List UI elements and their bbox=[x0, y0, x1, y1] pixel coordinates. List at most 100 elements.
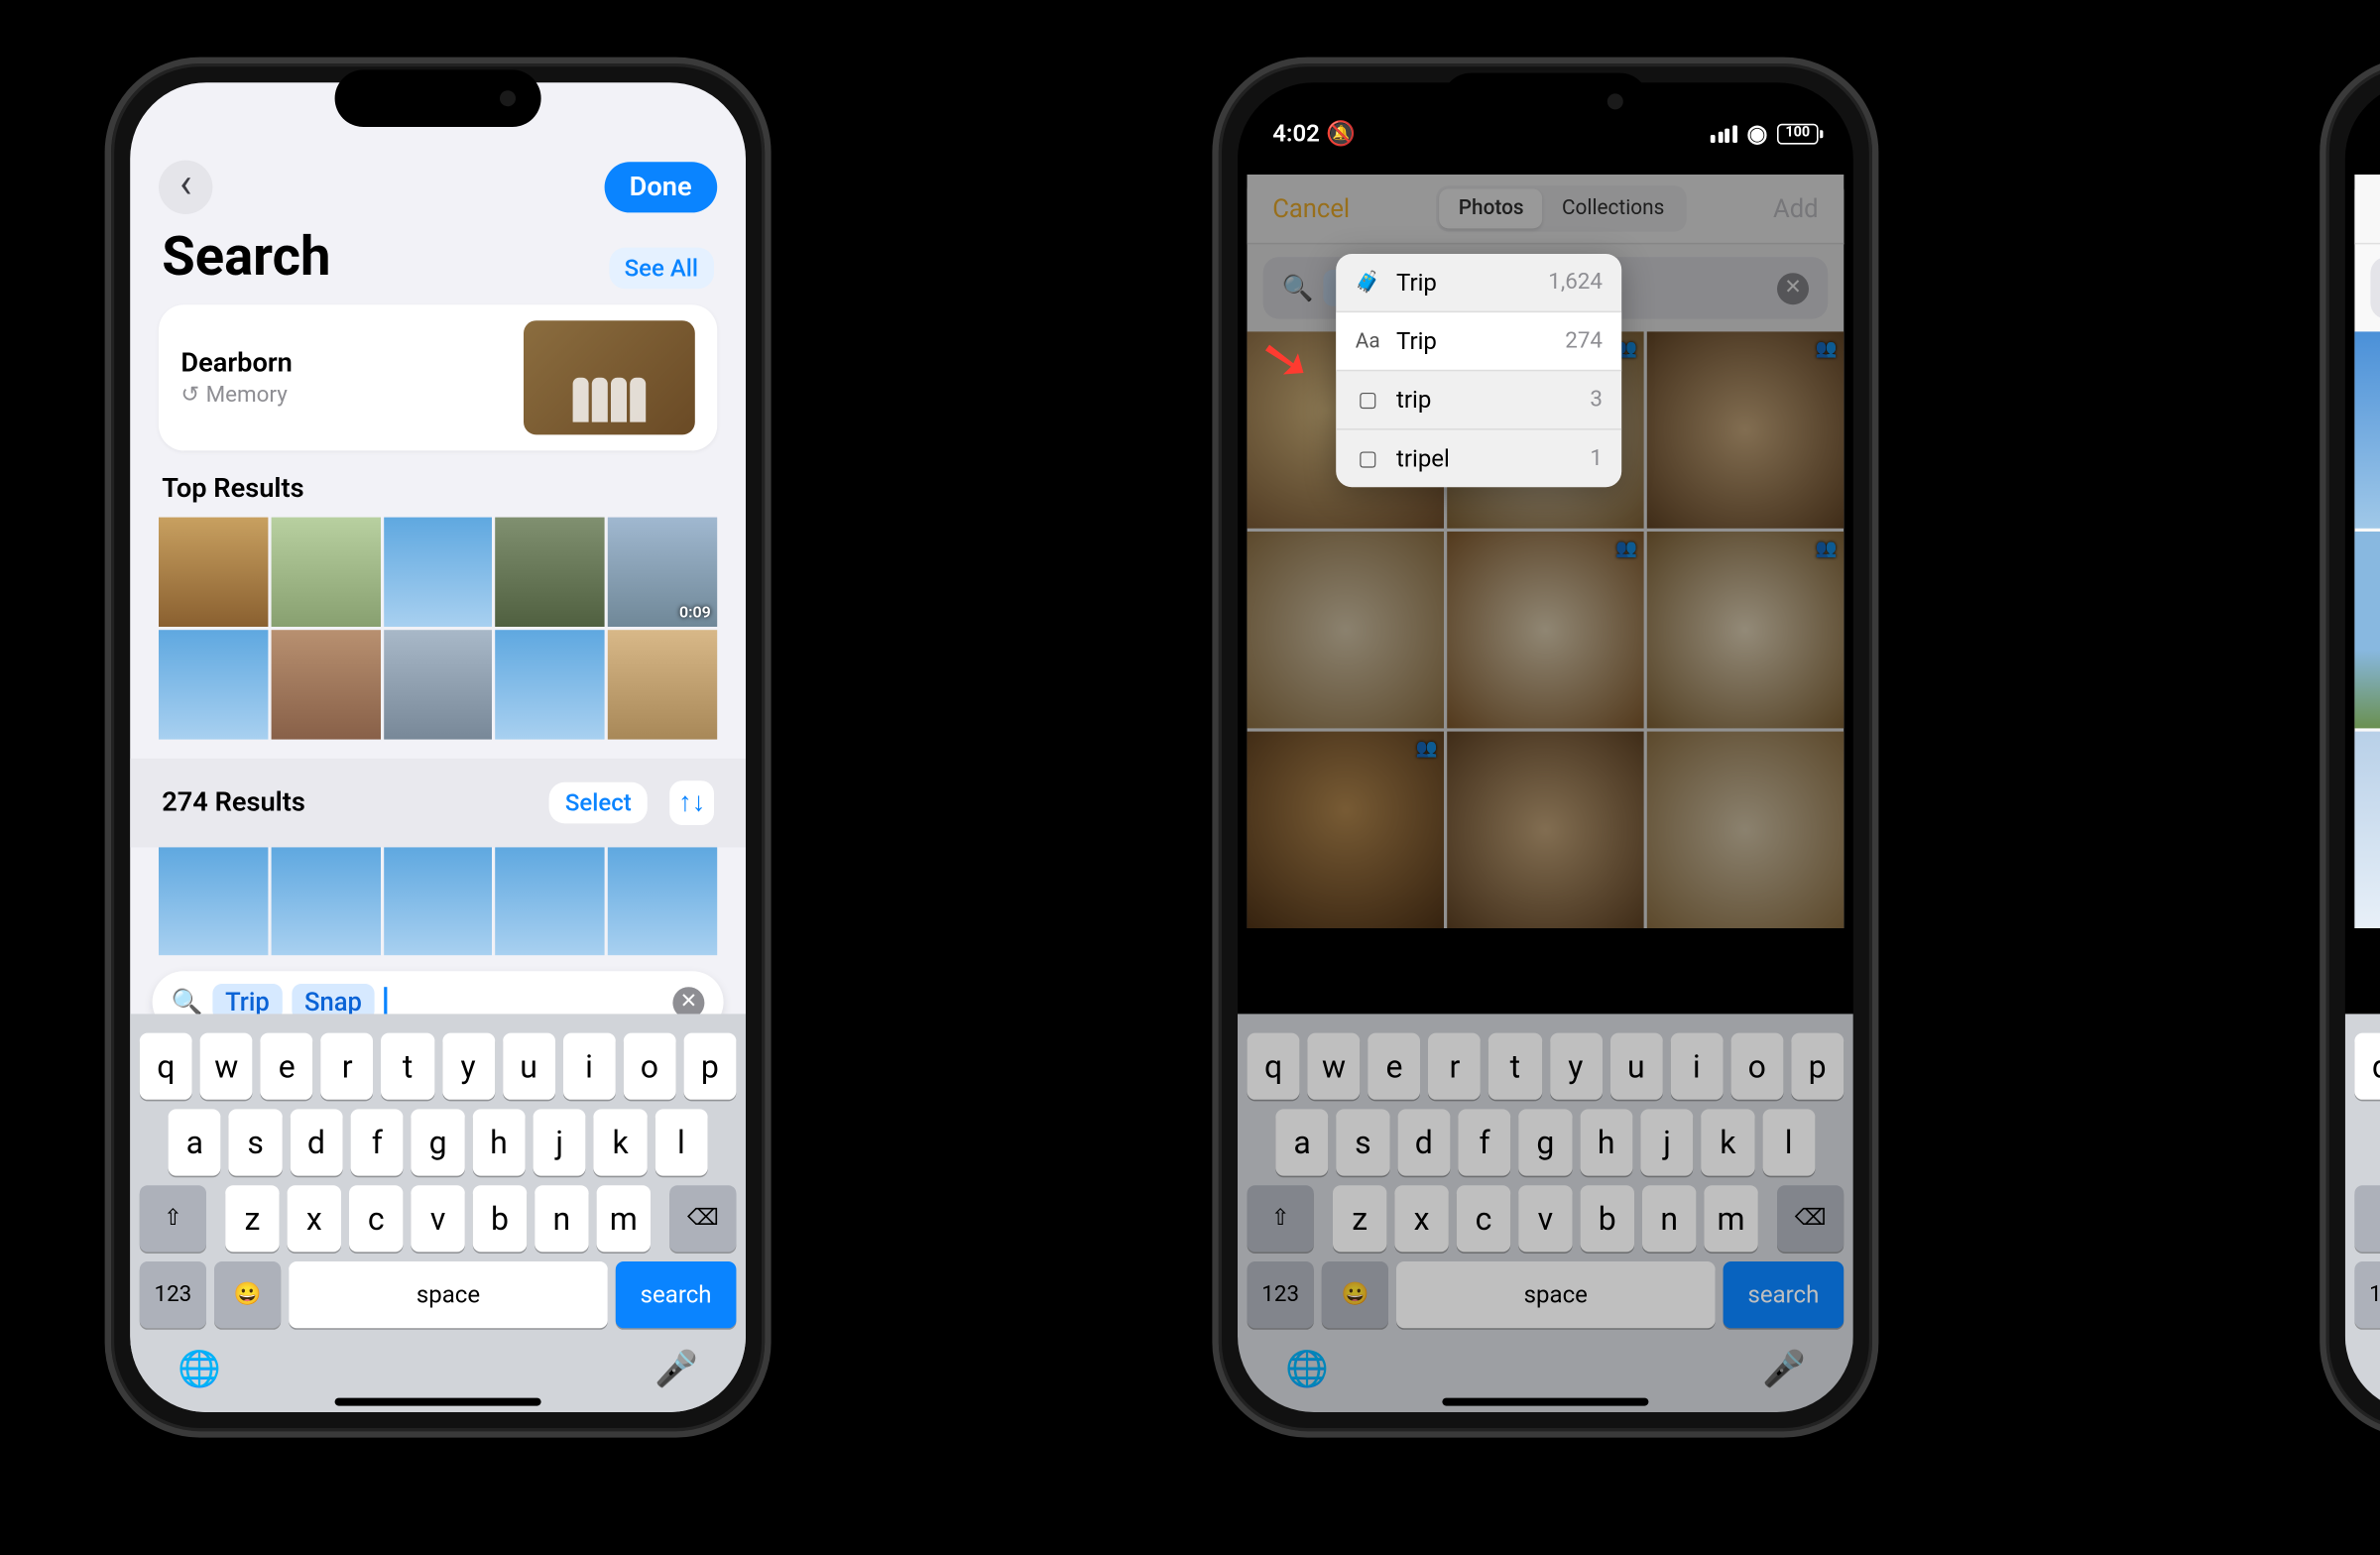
sort-button[interactable]: ↑↓ bbox=[669, 780, 714, 825]
key-q[interactable]: q bbox=[2354, 1033, 2380, 1100]
backspace-key[interactable]: ⌫ bbox=[669, 1185, 736, 1252]
key-v[interactable]: v bbox=[411, 1185, 464, 1252]
key-j[interactable]: j bbox=[534, 1109, 586, 1175]
photo-thumbnail[interactable] bbox=[271, 518, 380, 627]
key-l[interactable]: l bbox=[654, 1109, 707, 1175]
clear-button[interactable]: ✕ bbox=[1777, 272, 1809, 303]
key-u[interactable]: u bbox=[503, 1033, 555, 1100]
key-h[interactable]: h bbox=[472, 1109, 525, 1175]
suggestion-row[interactable]: ▢trip3 bbox=[1336, 371, 1621, 429]
back-button[interactable] bbox=[159, 161, 212, 214]
photo-thumbnail[interactable] bbox=[2354, 732, 2380, 928]
key-a[interactable]: a bbox=[169, 1109, 221, 1175]
key-n[interactable]: n bbox=[535, 1185, 588, 1252]
key-n[interactable]: n bbox=[1642, 1185, 1696, 1252]
key-k[interactable]: k bbox=[1702, 1109, 1754, 1175]
shift-key[interactable]: ⇧ bbox=[1248, 1185, 1314, 1252]
key-i[interactable]: i bbox=[1670, 1033, 1723, 1100]
key-m[interactable]: m bbox=[1704, 1185, 1757, 1252]
cancel-button[interactable]: Cancel bbox=[1272, 193, 1350, 223]
photo-thumbnail[interactable]: 👥 bbox=[1447, 532, 1643, 728]
numbers-key[interactable]: 123 bbox=[2354, 1261, 2380, 1328]
key-s[interactable]: s bbox=[229, 1109, 282, 1175]
photo-thumbnail[interactable] bbox=[608, 630, 717, 739]
emoji-key[interactable]: 😀 bbox=[214, 1261, 281, 1328]
mic-icon[interactable]: 🎤 bbox=[1762, 1351, 1806, 1390]
key-k[interactable]: k bbox=[594, 1109, 647, 1175]
photo-thumbnail[interactable] bbox=[1447, 732, 1643, 928]
key-u[interactable]: u bbox=[1609, 1033, 1662, 1100]
numbers-key[interactable]: 123 bbox=[140, 1261, 206, 1328]
key-x[interactable]: x bbox=[1394, 1185, 1448, 1252]
key-w[interactable]: w bbox=[200, 1033, 253, 1100]
photo-thumbnail[interactable] bbox=[2354, 331, 2380, 528]
key-r[interactable]: r bbox=[1429, 1033, 1482, 1100]
shift-key[interactable]: ⇧ bbox=[140, 1185, 206, 1252]
key-z[interactable]: z bbox=[1333, 1185, 1386, 1252]
suggestion-row[interactable]: AaTrip274 bbox=[1336, 312, 1621, 371]
tab-collections[interactable]: Collections bbox=[1543, 188, 1684, 228]
photo-thumbnail[interactable] bbox=[1248, 532, 1444, 728]
photo-thumbnail[interactable] bbox=[496, 630, 605, 739]
key-g[interactable]: g bbox=[412, 1109, 464, 1175]
key-x[interactable]: x bbox=[288, 1185, 341, 1252]
key-o[interactable]: o bbox=[623, 1033, 675, 1100]
key-f[interactable]: f bbox=[351, 1109, 404, 1175]
key-i[interactable]: i bbox=[563, 1033, 616, 1100]
photo-thumbnail[interactable] bbox=[2354, 532, 2380, 728]
key-s[interactable]: s bbox=[1337, 1109, 1389, 1175]
key-d[interactable]: d bbox=[1397, 1109, 1450, 1175]
search-key[interactable]: search bbox=[1724, 1261, 1844, 1328]
key-p[interactable]: p bbox=[1791, 1033, 1844, 1100]
photo-thumbnail[interactable] bbox=[384, 630, 493, 739]
key-d[interactable]: d bbox=[290, 1109, 342, 1175]
key-p[interactable]: p bbox=[683, 1033, 736, 1100]
key-y[interactable]: y bbox=[442, 1033, 495, 1100]
photo-thumbnail[interactable]: 👥 bbox=[1248, 732, 1444, 928]
video-thumbnail[interactable]: 0:09 bbox=[608, 518, 717, 627]
globe-icon[interactable]: 🌐 bbox=[1285, 1351, 1329, 1390]
tab-photos[interactable]: Photos bbox=[1440, 188, 1543, 228]
photo-thumbnail[interactable] bbox=[271, 847, 380, 956]
emoji-key[interactable]: 😀 bbox=[1322, 1261, 1388, 1328]
add-button[interactable]: Add bbox=[1773, 193, 1819, 223]
photo-thumbnail[interactable] bbox=[159, 847, 268, 956]
memory-card[interactable]: Dearborn ↺Memory bbox=[159, 304, 717, 450]
key-e[interactable]: e bbox=[261, 1033, 313, 1100]
numbers-key[interactable]: 123 bbox=[1248, 1261, 1314, 1328]
space-key[interactable]: space bbox=[1396, 1261, 1716, 1328]
photo-thumbnail[interactable] bbox=[384, 518, 493, 627]
backspace-key[interactable]: ⌫ bbox=[1777, 1185, 1844, 1252]
key-q[interactable]: q bbox=[1248, 1033, 1300, 1100]
key-r[interactable]: r bbox=[321, 1033, 374, 1100]
photo-thumbnail[interactable] bbox=[271, 630, 380, 739]
key-c[interactable]: c bbox=[349, 1185, 403, 1252]
home-indicator[interactable] bbox=[1442, 1398, 1648, 1406]
photo-thumbnail[interactable] bbox=[608, 847, 717, 956]
key-l[interactable]: l bbox=[1762, 1109, 1815, 1175]
key-o[interactable]: o bbox=[1730, 1033, 1783, 1100]
key-w[interactable]: w bbox=[1308, 1033, 1361, 1100]
key-e[interactable]: e bbox=[1368, 1033, 1421, 1100]
shift-key[interactable]: ⇧ bbox=[2354, 1185, 2380, 1252]
key-b[interactable]: b bbox=[473, 1185, 527, 1252]
home-indicator[interactable] bbox=[335, 1398, 541, 1406]
photo-thumbnail[interactable] bbox=[384, 847, 493, 956]
done-button[interactable]: Done bbox=[604, 162, 717, 212]
key-j[interactable]: j bbox=[1640, 1109, 1693, 1175]
space-key[interactable]: space bbox=[289, 1261, 608, 1328]
key-y[interactable]: y bbox=[1549, 1033, 1602, 1100]
photo-thumbnail[interactable]: 👥 bbox=[1647, 532, 1844, 728]
photo-thumbnail[interactable] bbox=[159, 630, 268, 739]
key-b[interactable]: b bbox=[1581, 1185, 1634, 1252]
suggestion-row[interactable]: ▢tripel1 bbox=[1336, 430, 1621, 488]
key-m[interactable]: m bbox=[597, 1185, 651, 1252]
search-key[interactable]: search bbox=[616, 1261, 737, 1328]
photo-thumbnail[interactable]: 👥 bbox=[1647, 331, 1844, 528]
photo-thumbnail[interactable] bbox=[496, 847, 605, 956]
key-z[interactable]: z bbox=[225, 1185, 279, 1252]
search-field[interactable]: 🔍 Snap Trip ✕ bbox=[2370, 257, 2380, 318]
key-q[interactable]: q bbox=[140, 1033, 192, 1100]
key-t[interactable]: t bbox=[1488, 1033, 1541, 1100]
key-f[interactable]: f bbox=[1458, 1109, 1510, 1175]
